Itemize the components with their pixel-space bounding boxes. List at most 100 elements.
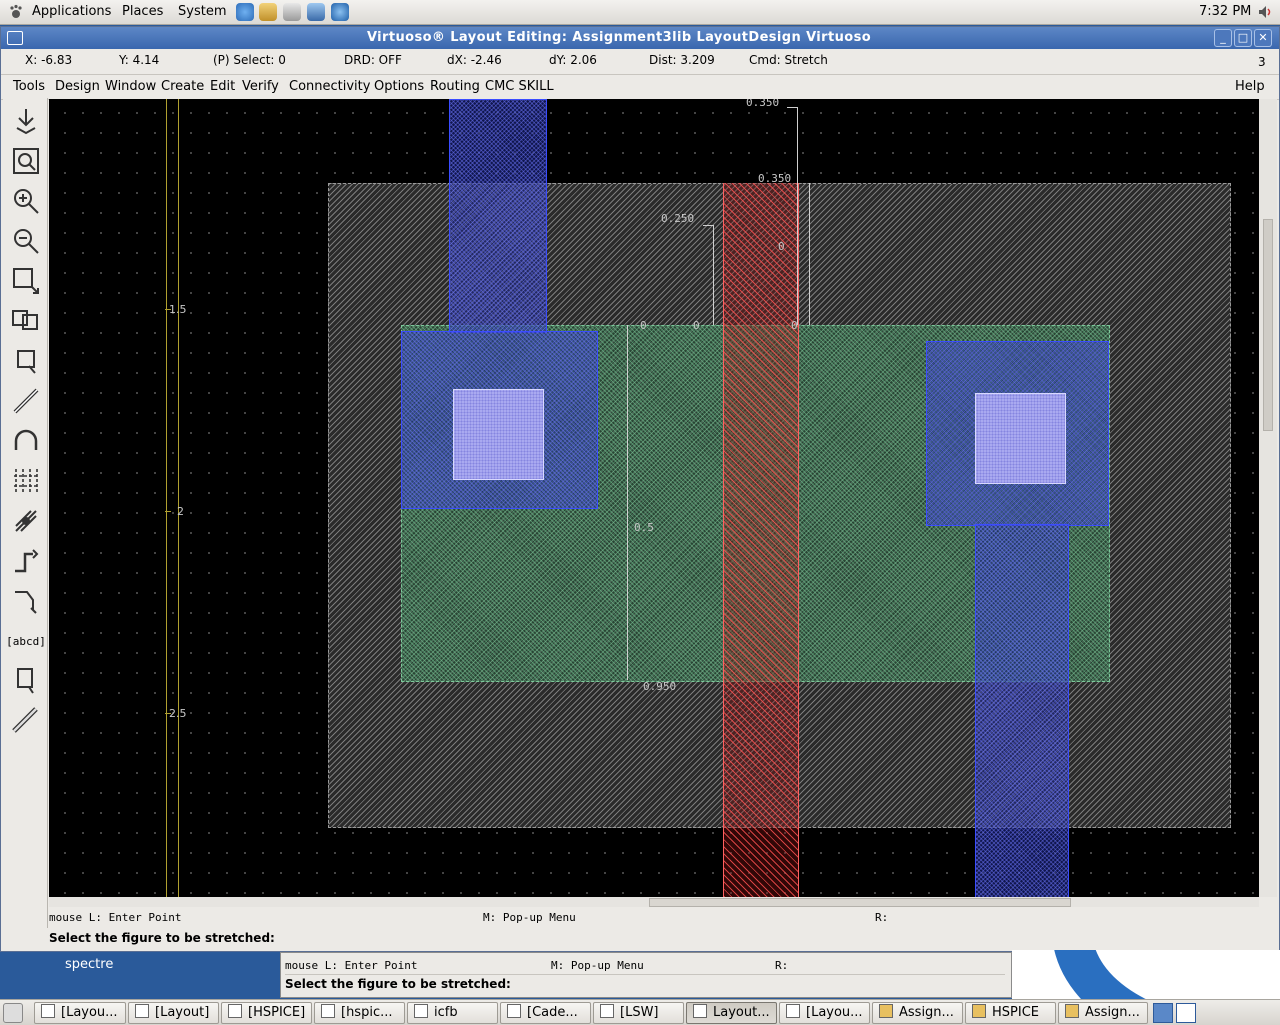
wire-icon[interactable] — [7, 542, 45, 580]
menu-design[interactable]: Design — [55, 79, 100, 94]
label-icon[interactable]: [abcd] — [6, 622, 46, 660]
ruler-label: 0.950 — [643, 680, 677, 693]
clock[interactable]: 7:32 PM — [1199, 4, 1251, 19]
save-icon[interactable] — [7, 102, 45, 140]
ciw-prompt: Select the figure to be stretched: — [285, 977, 511, 991]
maximize-button[interactable]: □ — [1234, 29, 1252, 47]
window-icon — [786, 1004, 800, 1018]
menu-bar: Tools Design Window Create Edit Verify C… — [1, 74, 1279, 100]
ruler-label: 0.350 — [758, 172, 792, 185]
window-icon — [414, 1004, 428, 1018]
menu-options[interactable]: Options — [374, 79, 424, 94]
rectangle-icon[interactable] — [7, 662, 45, 700]
taskbar-item[interactable]: Assign... — [1058, 1002, 1148, 1024]
drd-status: DRD: OFF — [344, 53, 402, 67]
distance-value: Dist: 3.209 — [649, 53, 715, 67]
window-number: 3 — [1258, 55, 1266, 69]
metal1-right-wire[interactable] — [975, 524, 1069, 897]
email-launcher-icon[interactable] — [259, 3, 277, 21]
menu-cmc-skill[interactable]: CMC SKILL — [485, 79, 554, 94]
workspace-1-icon[interactable] — [1153, 1003, 1173, 1023]
desktop-background — [1012, 950, 1280, 999]
web-browser-launcher-icon[interactable] — [236, 3, 254, 21]
path-icon[interactable] — [7, 382, 45, 420]
taskbar-item[interactable]: [Layou... — [779, 1002, 870, 1024]
window-icon — [41, 1004, 55, 1018]
vertical-scroll-thumb[interactable] — [1263, 219, 1273, 431]
arc-icon[interactable] — [7, 422, 45, 460]
via-icon[interactable] — [7, 502, 45, 540]
taskbar-item[interactable]: Assign... — [872, 1002, 963, 1024]
places-menu[interactable]: Places — [122, 4, 163, 19]
menu-create[interactable]: Create — [161, 79, 204, 94]
mouse-right-hint: R: — [875, 911, 889, 924]
taskbar-item[interactable]: icfb — [407, 1002, 498, 1024]
tool-palette: [abcd] — [3, 98, 48, 928]
menu-edit[interactable]: Edit — [210, 79, 235, 94]
gnome-foot-icon[interactable] — [8, 4, 24, 20]
taskbar-item[interactable]: [Layou... — [34, 1002, 126, 1024]
taskbar-item[interactable]: HSPICE — [965, 1002, 1056, 1024]
show-desktop-icon[interactable] — [3, 1003, 23, 1023]
select-count: (P) Select: 0 — [213, 53, 286, 67]
window-icon — [135, 1004, 149, 1018]
layout-canvas[interactable]: 1.5 2 2.5 0.350 0.350 0.250 0 0 0 0 0.5 … — [49, 99, 1259, 897]
taskbar-item-active[interactable]: Layout... — [686, 1002, 777, 1024]
horizontal-scrollbar[interactable] — [49, 897, 1259, 907]
ciw-mouse-left-hint: mouse L: Enter Point — [285, 959, 418, 972]
contact-left[interactable] — [453, 389, 544, 480]
zoom-out-icon[interactable] — [7, 222, 45, 260]
stretch-icon[interactable] — [7, 262, 45, 300]
applications-menu[interactable]: Applications — [32, 4, 111, 19]
taskbar-item[interactable]: [Cade... — [500, 1002, 591, 1024]
vertical-scrollbar[interactable] — [1259, 99, 1277, 897]
zoom-in-icon[interactable] — [7, 182, 45, 220]
ruler-icon[interactable] — [7, 702, 45, 740]
menu-window[interactable]: Window — [105, 79, 156, 94]
taskbar-item[interactable]: [Layout] — [128, 1002, 219, 1024]
move-icon[interactable] — [7, 342, 45, 380]
menu-connectivity[interactable]: Connectivity — [289, 79, 370, 94]
notes-launcher-icon[interactable] — [283, 3, 301, 21]
ruler-label: 0.5 — [634, 521, 654, 534]
command-prompt: Select the figure to be stretched: — [49, 931, 275, 945]
folder-icon — [972, 1004, 986, 1018]
status-bar: X: -6.83 Y: 4.14 (P) Select: 0 DRD: OFF … — [1, 49, 1279, 71]
polygon-icon[interactable] — [7, 582, 45, 620]
window-titlebar[interactable]: Virtuoso® Layout Editing: Assignment3lib… — [1, 27, 1279, 49]
menu-tools[interactable]: Tools — [13, 79, 45, 94]
presentation-launcher-icon[interactable] — [307, 3, 325, 21]
menu-verify[interactable]: Verify — [242, 79, 279, 94]
ruler-label: 0 — [640, 319, 647, 332]
mouse-binding-line: mouse L: Enter Point M: Pop-up Menu R: — [49, 909, 1277, 927]
menu-help[interactable]: Help — [1235, 79, 1265, 94]
network-launcher-icon[interactable] — [331, 3, 349, 21]
poly-gate[interactable] — [723, 183, 799, 897]
system-menu[interactable]: System — [178, 4, 226, 19]
y-coordinate: Y: 4.14 — [119, 53, 160, 67]
menu-routing[interactable]: Routing — [430, 79, 480, 94]
close-button[interactable]: ✕ — [1254, 29, 1272, 47]
folder-icon — [1065, 1004, 1079, 1018]
fit-view-icon[interactable] — [7, 142, 45, 180]
minimize-button[interactable]: _ — [1214, 29, 1232, 47]
mouse-middle-hint: M: Pop-up Menu — [483, 911, 576, 924]
ciw-window[interactable]: mouse L: Enter Point M: Pop-up Menu R: S… — [280, 952, 1012, 998]
mouse-left-hint: mouse L: Enter Point — [49, 911, 182, 924]
axis-label: 1.5 — [169, 303, 187, 316]
workspace-2-icon[interactable] — [1176, 1003, 1196, 1023]
window-icon — [228, 1004, 242, 1018]
layout-editor-window: Virtuoso® Layout Editing: Assignment3lib… — [0, 26, 1280, 952]
instance-icon[interactable] — [7, 462, 45, 500]
ruler-label: 0 — [778, 240, 785, 253]
taskbar-item[interactable]: [LSW] — [593, 1002, 684, 1024]
window-icon — [507, 1004, 521, 1018]
ruler-label: 0 — [791, 319, 798, 332]
volume-icon[interactable] — [1257, 3, 1273, 21]
taskbar-item[interactable]: [hspic... — [314, 1002, 405, 1024]
copy-icon[interactable] — [7, 302, 45, 340]
taskbar-item[interactable]: [HSPICE] — [221, 1002, 312, 1024]
horizontal-scroll-thumb[interactable] — [649, 898, 1071, 907]
contact-right[interactable] — [975, 393, 1066, 484]
metal1-left-wire[interactable] — [449, 99, 547, 333]
